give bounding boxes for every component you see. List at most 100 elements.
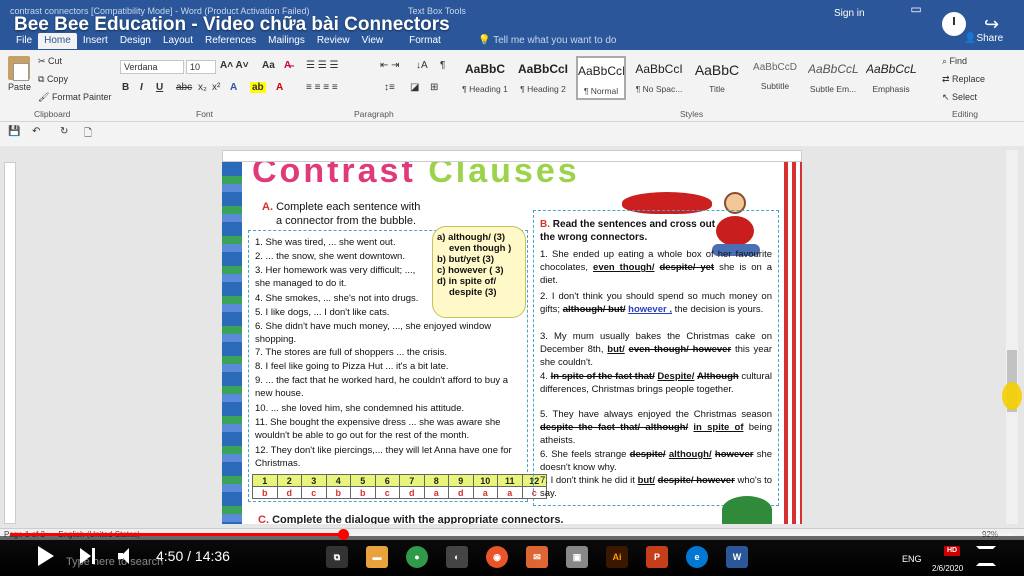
font-color-icon[interactable]: A [276,82,283,93]
tab-insert[interactable]: Insert [77,33,114,49]
correct-connector: however , [628,304,672,315]
format-painter-button[interactable]: 🖌 Format Painter [38,92,111,103]
page-border-left [222,162,242,524]
tab-references[interactable]: References [199,33,262,49]
tab-format[interactable]: Format [403,33,447,49]
horizontal-ruler[interactable] [222,150,802,162]
volume-icon[interactable] [118,548,134,564]
keyboard-language[interactable]: ENG [902,554,922,564]
quick-access-toolbar: 💾 ↶ ↻ 🗋 [0,122,1024,146]
answer-letter-cell: d [399,486,425,499]
answer-number-cell: 4 [325,474,351,487]
find-button[interactable]: ⌕ Find [942,56,967,67]
bullets-icon[interactable]: ☰ ☰ ☰ [306,60,338,71]
font-size-select[interactable]: 10 [186,60,216,74]
borders-icon[interactable]: ⊞ [430,82,438,93]
system-date[interactable]: 2/6/2020 [932,564,963,573]
share-arrow-icon[interactable]: ↪ [984,14,999,35]
print-preview-icon[interactable]: 🗋 [84,126,92,143]
pilcrow-icon[interactable]: ¶ [440,60,445,71]
highlight-icon[interactable]: ab [250,82,266,93]
answer-letter-cell: c [374,486,400,499]
indent-icon[interactable]: ⇤ ⇥ [380,60,400,71]
share-label: Share [976,33,1004,44]
align-icon[interactable]: ≡ ≡ ≡ ≡ [306,82,338,93]
change-case-icon[interactable]: Aa [262,60,275,71]
document-page[interactable]: Contrast Clauses A. Complete each senten… [222,162,802,524]
illustrator-icon[interactable]: Ai [606,546,628,568]
redo-icon[interactable]: ↻ [60,126,68,137]
file-explorer-icon[interactable]: ▬ [366,546,388,568]
video-progress-bar[interactable] [10,529,1014,540]
paste-button[interactable]: Paste [8,82,31,92]
task-view-icon[interactable]: ⧉ [326,546,348,568]
fullscreen-exit-icon[interactable] [976,546,996,566]
chrome-icon[interactable]: ◉ [486,546,508,568]
style-heading2[interactable]: AaBbCcI ¶ Heading 2 [518,56,568,100]
save-icon[interactable]: 💾 [8,126,20,137]
tab-view[interactable]: View [356,33,390,49]
ribbon-display-icon[interactable]: ▭ [904,2,928,20]
sort-icon[interactable]: ↓A [416,60,428,71]
answer-number-cell: 3 [301,474,327,487]
cut-button[interactable]: ✂ Cut [38,56,62,67]
style-heading1[interactable]: AaBbC ¶ Heading 1 [460,56,510,100]
line-spacing-icon[interactable]: ↕≡ [384,82,395,93]
vertical-scrollbar[interactable] [1006,150,1018,524]
tell-me-search[interactable]: 💡 Tell me what you want to do [478,35,616,46]
style-normal[interactable]: AaBbCcI ¶ Normal [576,56,626,100]
replace-button[interactable]: ⇄ Replace [942,74,985,85]
answer-number-row: 1 2 3 4 5 6 7 8 9 10 11 12 [252,474,547,487]
subscript-button[interactable]: x₂ [198,82,207,93]
select-button[interactable]: ↖ Select [942,92,977,103]
style-title[interactable]: AaBbC Title [692,56,742,100]
word-icon[interactable]: W [726,546,748,568]
watch-later-icon[interactable] [942,12,966,36]
tab-design[interactable]: Design [114,33,157,49]
crossed-connector: despite/ however [657,475,735,486]
tab-review[interactable]: Review [311,33,356,49]
superscript-button[interactable]: x² [212,82,220,93]
next-video-icon[interactable] [80,548,96,564]
grow-font-icon[interactable]: A˄ A˅ [220,60,249,71]
powerpoint-icon[interactable]: P [646,546,668,568]
crossed-connector: even though/ however [628,344,732,355]
copy-button[interactable]: ⧉ Copy [38,74,68,85]
font-name-select[interactable]: Verdana [120,60,184,74]
signin-link[interactable]: Sign in [834,8,865,19]
app-icon[interactable]: ● [406,546,428,568]
style-subtle-emphasis[interactable]: AaBbCcL Subtle Em... [808,56,858,100]
text-effects-icon[interactable]: A [230,82,237,93]
answer-number-cell: 10 [472,474,498,487]
exercise-a-sentence-10: 10. ... she loved him, she condemned his… [255,403,465,414]
style-name: Emphasis [872,84,910,94]
tab-mailings[interactable]: Mailings [262,33,311,49]
app-icon[interactable]: ✉ [526,546,548,568]
style-emphasis[interactable]: AaBbCcL Emphasis [866,56,916,100]
cut-label: Cut [48,56,63,66]
app-icon[interactable]: ◐ [446,546,468,568]
edge-icon[interactable]: e [686,546,708,568]
undo-icon[interactable]: ↶ [32,126,40,137]
progress-played [10,533,344,536]
tab-file[interactable]: File [10,33,38,49]
italic-button[interactable]: I [140,82,143,93]
style-name: ¶ Normal [583,86,619,96]
shading-icon[interactable]: ◪ [410,82,419,93]
strikethrough-button[interactable]: abc [176,82,192,93]
share-button[interactable]: 👤Share [964,33,1003,44]
app-icon[interactable]: ▣ [566,546,588,568]
sentence-text: 7. I don't think he did it [540,475,635,486]
section-a-letter: A. [262,201,273,213]
bold-button[interactable]: B [122,82,129,93]
tab-layout[interactable]: Layout [157,33,199,49]
play-icon[interactable] [38,546,54,566]
paste-icon[interactable] [8,56,30,81]
styles-group-label: Styles [680,109,704,119]
style-no-spacing[interactable]: AaBbCcI ¶ No Spac... [634,56,684,100]
clear-format-icon[interactable]: A̶ [284,60,291,71]
style-subtitle[interactable]: AaBbCcD Subtitle [750,56,800,100]
vertical-ruler[interactable] [4,162,16,524]
tab-home[interactable]: Home [38,33,77,49]
underline-button[interactable]: U [156,82,163,93]
